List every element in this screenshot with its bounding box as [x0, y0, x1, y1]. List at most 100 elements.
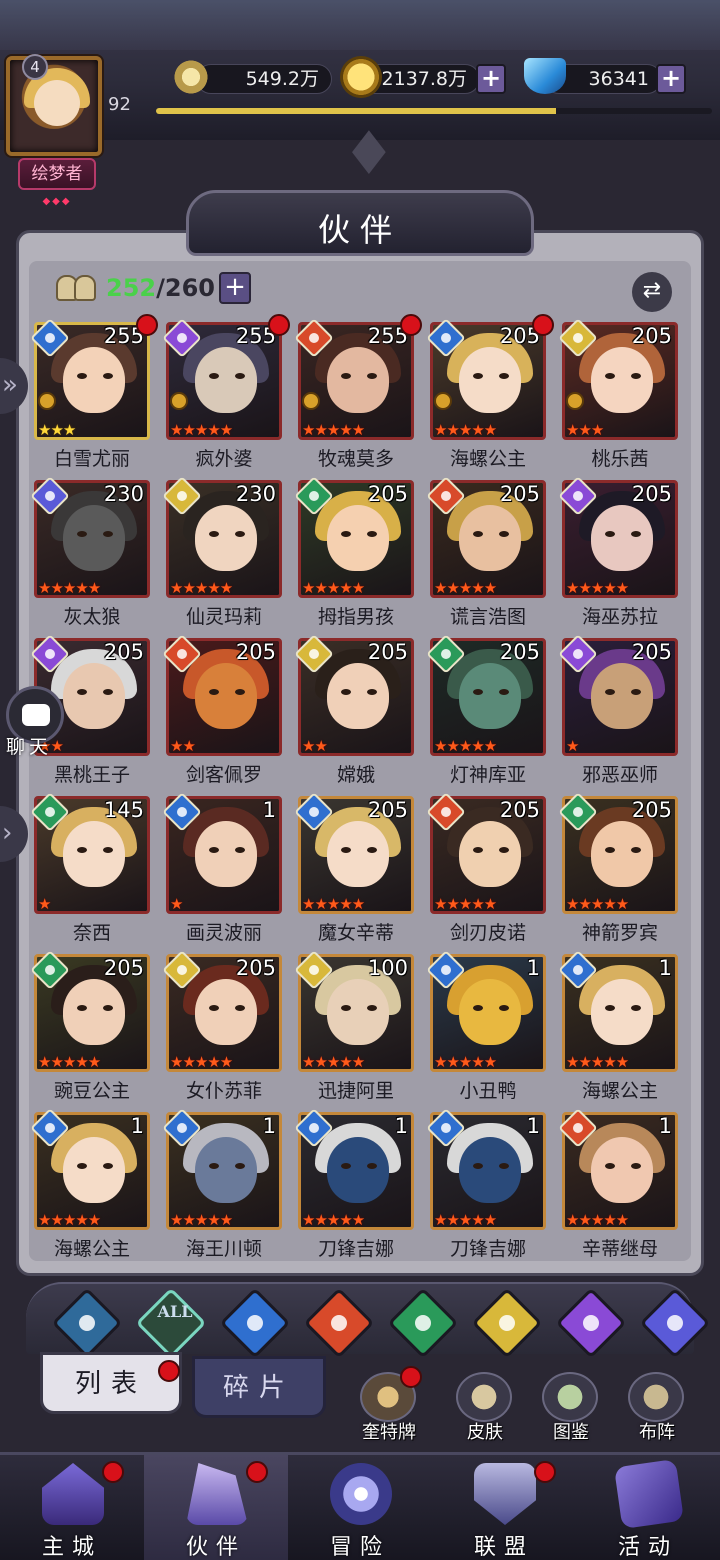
castle-icon — [42, 1463, 104, 1525]
hero-name: 桃乐茜 — [591, 448, 649, 470]
filter-all-label: ALL — [157, 1302, 193, 1321]
nav-city[interactable]: 主城 — [0, 1455, 144, 1560]
tab-list[interactable]: 列表 — [40, 1352, 182, 1414]
hero-card[interactable]: 255 ★★★★★ 牧魂莫多 — [294, 314, 422, 480]
hero-card[interactable]: 205 ★★★★★ 魔女辛蒂 — [294, 792, 414, 954]
nav-city-red-dot — [102, 1461, 124, 1483]
hero-level: 205 — [367, 798, 408, 822]
hero-card[interactable]: 205 ★★★★★ 女仆苏菲 — [162, 950, 282, 1112]
hero-card[interactable]: 230 ★★★★★ 灰太狼 — [30, 476, 150, 638]
element-glyph — [438, 962, 454, 978]
hero-card[interactable]: 205 ★★★★★ 海巫苏拉 — [558, 476, 678, 638]
lock-icon — [38, 392, 56, 410]
nav-events[interactable]: 活动 — [576, 1455, 720, 1560]
hero-name: 剑刃皮诺 — [449, 922, 526, 944]
skin-button[interactable]: 皮肤 — [448, 1372, 522, 1446]
add-gems-button[interactable]: + — [656, 64, 686, 94]
sort-swap-button[interactable]: ⇄ — [632, 272, 672, 312]
portrait-face — [327, 1137, 389, 1203]
hero-name: 画灵波丽 — [185, 922, 262, 944]
formation-button[interactable]: 布阵 — [620, 1372, 694, 1446]
nav-alliance[interactable]: 联盟 — [432, 1455, 576, 1560]
hero-card[interactable]: 1 ★★★★★ 刀锋吉娜 — [294, 1108, 414, 1270]
hero-name: 仙灵玛莉 — [185, 606, 262, 628]
page-title: 伙伴 — [317, 211, 402, 249]
filter-all[interactable] — [135, 1287, 207, 1359]
portrait-face — [63, 979, 125, 1045]
hero-card[interactable]: 205 ★★★★★ 海螺公主 — [426, 314, 554, 480]
banner-ornament-icon: ♦ — [342, 119, 396, 189]
hero-card[interactable]: 1 ★ 画灵波丽 — [162, 792, 282, 954]
roster-max: 260 — [164, 274, 215, 302]
portrait-eye — [499, 373, 509, 379]
hero-stars: ★★★★★ — [434, 895, 497, 913]
tab-fragments[interactable]: 碎片 — [192, 1356, 326, 1418]
hero-card[interactable]: 205 ★★★★★ 神箭罗宾 — [558, 792, 678, 954]
hero-card[interactable]: 1 ★★★★★ 刀锋吉娜 — [426, 1108, 546, 1270]
portrait-eye — [605, 1163, 615, 1169]
filter-guild[interactable] — [51, 1287, 123, 1359]
hero-card[interactable]: 205 ★★ 剑客佩罗 — [162, 634, 282, 796]
portrait-eye — [499, 1163, 509, 1169]
filter-arcane[interactable] — [555, 1287, 627, 1359]
hero-level: 205 — [499, 798, 540, 822]
portrait-eye — [209, 1005, 219, 1011]
player-avatar[interactable] — [6, 56, 102, 156]
hero-card[interactable]: 205 ★ 邪恶巫师 — [558, 634, 678, 796]
portrait-face — [63, 821, 125, 887]
hero-name: 女仆苏菲 — [185, 1080, 262, 1102]
portrait-eye — [209, 847, 219, 853]
hero-card[interactable]: 205 ★★★★★ 谎言浩图 — [426, 476, 546, 638]
hero-card[interactable]: 255 ★★★★★ 疯外婆 — [162, 314, 290, 480]
hero-card[interactable]: 1 ★★★★★ 海螺公主 — [558, 950, 678, 1112]
nav-alliance-label: 联盟 — [473, 1535, 534, 1560]
portrait-eye — [235, 1163, 245, 1169]
filter-water[interactable] — [219, 1287, 291, 1359]
hero-card[interactable]: 1 ★★★★★ 辛蒂继母 — [558, 1108, 678, 1270]
hero-card[interactable]: 1 ★★★★★ 小丑鸭 — [426, 950, 546, 1112]
filter-cosmic[interactable] — [639, 1287, 711, 1359]
portrait-eye — [103, 531, 113, 537]
nav-partners[interactable]: 伙伴 — [144, 1455, 288, 1560]
wind-filter-icon — [411, 1311, 435, 1335]
hero-name: 灯神库亚 — [449, 764, 526, 786]
nav-partners-red-dot — [246, 1461, 268, 1483]
element-glyph — [570, 804, 586, 820]
hero-card[interactable]: 100 ★★★★★ 迅捷阿里 — [294, 950, 414, 1112]
formation-label: 布阵 — [639, 1422, 675, 1443]
add-gold-button[interactable]: + — [476, 64, 506, 94]
hero-card[interactable]: 145 ★ 奈西 — [30, 792, 150, 954]
hero-level: 100 — [367, 956, 408, 980]
hero-card[interactable]: 205 ★★ 嫦娥 — [294, 634, 414, 796]
filter-fire[interactable] — [303, 1287, 375, 1359]
hero-card[interactable]: 1 ★★★★★ 海螺公主 — [30, 1108, 150, 1270]
skin-label: 皮肤 — [467, 1422, 503, 1443]
portrait-face — [591, 505, 653, 571]
codex-button[interactable]: 图鉴 — [534, 1372, 608, 1446]
hero-stars: ★★★ — [566, 421, 604, 439]
hero-card[interactable]: 205 ★★★★★ 灯神库亚 — [426, 634, 546, 796]
hero-card[interactable]: 205 ★★★ 桃乐茜 — [558, 318, 678, 480]
hero-card[interactable]: 205 ★★★★★ 剑刃皮诺 — [426, 792, 546, 954]
hero-card[interactable]: 1 ★★★★★ 海王川顿 — [162, 1108, 282, 1270]
element-glyph — [306, 330, 322, 346]
nav-adventure-label: 冒险 — [329, 1535, 390, 1560]
portrait-face — [591, 821, 653, 887]
hero-card[interactable]: 230 ★★★★★ 仙灵玛莉 — [162, 476, 282, 638]
hero-card[interactable]: 205 ★★★★★ 豌豆公主 — [30, 950, 150, 1112]
hero-level: 205 — [631, 640, 672, 664]
page-title-banner: 伙伴 — [186, 190, 534, 256]
filter-wind[interactable] — [387, 1287, 459, 1359]
hero-card[interactable]: 255 ★★★ 白雪尤丽 — [30, 314, 158, 480]
filter-light[interactable] — [471, 1287, 543, 1359]
hero-name: 刀锋吉娜 — [449, 1238, 526, 1260]
hero-red-dot — [268, 314, 290, 336]
portrait-eye — [473, 847, 483, 853]
hero-card[interactable]: 205 ★★★★★ 拇指男孩 — [294, 476, 414, 638]
hero-name: 辛蒂继母 — [581, 1238, 658, 1260]
expand-roster-button[interactable]: + — [218, 272, 251, 304]
nav-adventure[interactable]: 冒险 — [288, 1455, 432, 1560]
player-title-badge[interactable]: 绘梦者 ◆◆◆ — [18, 158, 96, 207]
portrait-face — [63, 663, 125, 729]
hero-name: 海巫苏拉 — [581, 606, 658, 628]
